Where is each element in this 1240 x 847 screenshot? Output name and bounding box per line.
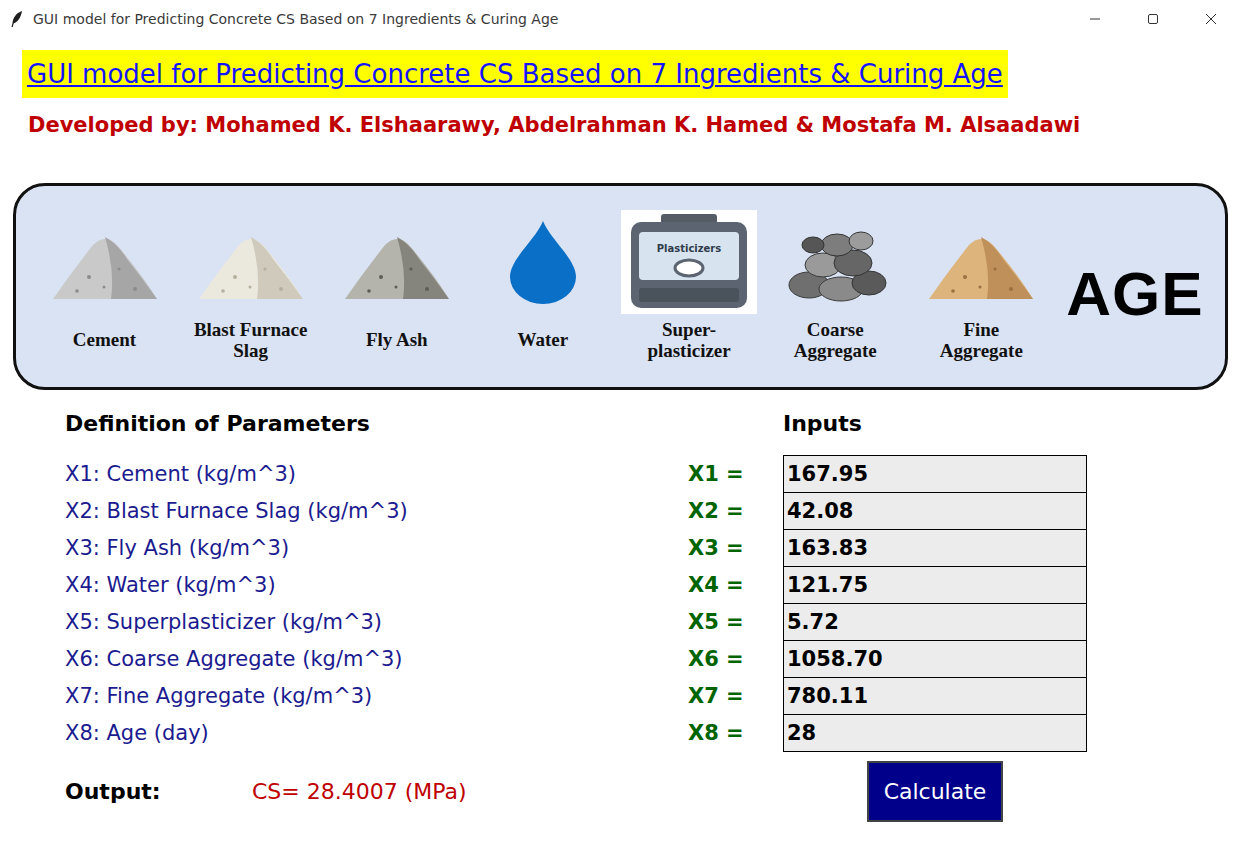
input-cell <box>783 677 1087 714</box>
slag-icon <box>195 221 307 303</box>
ingredient-label: Blast FurnaceSlag <box>194 315 307 365</box>
parameter-input[interactable] <box>783 603 1087 641</box>
water-drop-icon <box>506 219 580 305</box>
parameter-input[interactable] <box>783 640 1087 678</box>
app-heading: GUI model for Predicting Concrete CS Bas… <box>22 50 1008 98</box>
ingredient-label: Fly Ash <box>366 315 428 365</box>
feather-icon <box>10 10 24 28</box>
fly-ash-icon <box>341 221 453 303</box>
input-cell <box>783 492 1087 529</box>
output-result: CS= 28.4007 (MPa) <box>252 779 467 804</box>
input-cell <box>783 529 1087 566</box>
parameter-definition: X3: Fly Ash (kg/m^3) <box>65 529 688 566</box>
parameter-input[interactable] <box>783 455 1087 493</box>
input-cell <box>783 640 1087 677</box>
input-cell <box>783 455 1087 492</box>
window-title: GUI model for Predicting Concrete CS Bas… <box>33 11 558 27</box>
output-label: Output: <box>65 779 252 804</box>
ingredient-picture <box>341 209 453 315</box>
parameter-definition: X4: Water (kg/m^3) <box>65 566 688 603</box>
input-cell <box>783 714 1087 751</box>
parameter-symbol: X5 = <box>688 603 783 640</box>
ingredient-item: FineAggregate <box>909 209 1054 365</box>
parameter-definition: X1: Cement (kg/m^3) <box>65 455 688 492</box>
window-controls <box>1066 0 1240 38</box>
minimize-button[interactable] <box>1066 0 1124 38</box>
ingredient-picture <box>925 209 1037 315</box>
maximize-button[interactable] <box>1124 0 1182 38</box>
ingredient-picture <box>195 209 307 315</box>
title-bar: GUI model for Predicting Concrete CS Bas… <box>0 0 1240 38</box>
svg-text:Plasticizers: Plasticizers <box>657 243 722 254</box>
inputs-heading: Inputs <box>783 408 1087 455</box>
parameter-definition: X8: Age (day) <box>65 714 688 751</box>
parameter-symbol: X7 = <box>688 677 783 714</box>
ingredient-item: CoarseAggregate <box>763 209 908 365</box>
fine-aggregate-icon <box>925 221 1037 303</box>
plasticizer-container-icon: Plasticizers <box>621 210 757 314</box>
close-icon <box>1205 13 1217 25</box>
ingredient-label: CoarseAggregate <box>794 315 877 365</box>
parameter-input[interactable] <box>783 566 1087 604</box>
parameter-definition: X2: Blast Furnace Slag (kg/m^3) <box>65 492 688 529</box>
close-button[interactable] <box>1182 0 1240 38</box>
parameter-input[interactable] <box>783 492 1087 530</box>
ingredient-item: Blast FurnaceSlag <box>178 209 323 365</box>
ingredient-picture <box>506 209 580 315</box>
parameter-symbol: X3 = <box>688 529 783 566</box>
ingredients-panel: Cement Blast FurnaceSlag Fly Ash Water Plast… <box>13 183 1228 390</box>
output-row: Output:CS= 28.4007 (MPa) <box>65 761 783 822</box>
parameter-symbol: X6 = <box>688 640 783 677</box>
ingredient-picture: Plasticizers <box>621 209 757 315</box>
input-cell <box>783 566 1087 603</box>
input-cell <box>783 603 1087 640</box>
ingredient-label: FineAggregate <box>940 315 1023 365</box>
ingredient-item: Water <box>470 209 615 365</box>
parameter-symbol: X4 = <box>688 566 783 603</box>
button-cell: Calculate <box>783 761 1087 822</box>
parameter-symbol: X8 = <box>688 714 783 751</box>
calculate-button[interactable]: Calculate <box>867 761 1003 822</box>
parameter-definition: X6: Coarse Aggregate (kg/m^3) <box>65 640 688 677</box>
ingredient-label: Cement <box>73 315 136 365</box>
parameter-definition: X5: Superplasticizer (kg/m^3) <box>65 603 688 640</box>
age-word: AGE <box>1055 244 1215 330</box>
maximize-icon <box>1147 13 1159 25</box>
parameter-input[interactable] <box>783 677 1087 715</box>
ingredient-item: Cement <box>32 209 177 365</box>
ingredient-item: Fly Ash <box>324 209 469 365</box>
cement-icon <box>49 221 161 303</box>
ingredient-picture <box>49 209 161 315</box>
parameters-form: Definition of Parameters Inputs X1: Cement… <box>0 408 1240 822</box>
parameter-symbol: X1 = <box>688 455 783 492</box>
parameter-symbol: X2 = <box>688 492 783 529</box>
ingredient-label: Water <box>518 315 569 365</box>
parameter-input[interactable] <box>783 529 1087 567</box>
parameter-definition: X7: Fine Aggregate (kg/m^3) <box>65 677 688 714</box>
ingredient-picture <box>779 209 891 315</box>
coarse-aggregate-icon <box>779 219 891 305</box>
ingredient-item: Plasticizers Super-plasticizer <box>617 209 762 365</box>
minimize-icon <box>1089 13 1101 25</box>
developers-line: Developed by: Mohamed K. Elshaarawy, Abd… <box>28 111 1240 139</box>
definitions-heading: Definition of Parameters <box>65 408 688 455</box>
ingredient-label: Super-plasticizer <box>647 315 730 365</box>
app-window: GUI model for Predicting Concrete CS Bas… <box>0 0 1240 847</box>
parameter-input[interactable] <box>783 714 1087 752</box>
